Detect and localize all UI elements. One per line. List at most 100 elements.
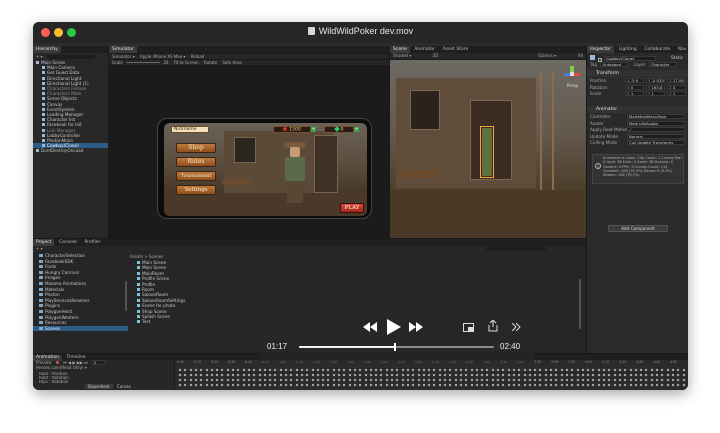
keyframe[interactable] xyxy=(639,378,643,382)
file-item[interactable]: Shop Scene xyxy=(133,309,253,314)
keyframe[interactable] xyxy=(470,373,473,377)
keyframe[interactable] xyxy=(623,378,627,382)
keyframe[interactable] xyxy=(215,373,219,377)
keyframe[interactable] xyxy=(422,373,426,377)
keyframe[interactable] xyxy=(342,378,346,382)
keyframe[interactable] xyxy=(676,368,680,372)
keyframe[interactable] xyxy=(682,368,685,372)
keyframe[interactable] xyxy=(660,373,664,377)
reload-button[interactable]: Reload xyxy=(191,54,205,59)
keyframe[interactable] xyxy=(623,373,627,377)
keyframe[interactable] xyxy=(676,383,680,387)
shop-button[interactable]: Shop xyxy=(176,143,216,153)
tab-scene[interactable]: Scene xyxy=(390,46,410,53)
keyframe[interactable] xyxy=(268,383,272,387)
keyframe[interactable] xyxy=(427,368,431,372)
keyframe[interactable] xyxy=(295,368,299,372)
transform-x-field[interactable]: X 0 xyxy=(625,84,644,90)
keyframe[interactable] xyxy=(650,378,654,382)
keyframe[interactable] xyxy=(199,383,203,387)
keyframe[interactable] xyxy=(332,383,336,387)
folder-item[interactable]: Mixamo Animations xyxy=(33,281,128,286)
gizmos-dropdown[interactable]: Gizmos ▾ xyxy=(538,53,556,58)
keyframe[interactable] xyxy=(644,383,648,387)
picture-in-picture-icon[interactable] xyxy=(463,323,474,334)
keyframe[interactable] xyxy=(342,373,346,377)
keyframe[interactable] xyxy=(395,368,399,372)
keyframe[interactable] xyxy=(374,378,378,382)
keyframe[interactable] xyxy=(284,368,288,372)
keyframe[interactable] xyxy=(215,378,219,382)
keyframe[interactable] xyxy=(676,378,680,382)
animator-row-field[interactable]: Normal xyxy=(627,133,685,139)
keyframe[interactable] xyxy=(507,373,511,377)
file-item[interactable]: Scene for photo xyxy=(133,303,253,308)
keyframe[interactable] xyxy=(549,383,553,387)
file-item[interactable]: Test xyxy=(133,319,253,324)
keyframe[interactable] xyxy=(385,373,389,377)
keyframe[interactable] xyxy=(554,373,558,377)
keyframe[interactable] xyxy=(517,383,521,387)
keyframe[interactable] xyxy=(395,378,399,382)
keyframe[interactable] xyxy=(655,373,659,377)
keyframe[interactable] xyxy=(671,383,675,387)
keyframe[interactable] xyxy=(480,373,484,377)
file-item[interactable]: SaloonRoomSettings xyxy=(133,298,253,303)
keyframe[interactable] xyxy=(602,383,606,387)
keyframe[interactable] xyxy=(507,378,511,382)
keyframe[interactable] xyxy=(236,373,240,377)
keyframe[interactable] xyxy=(205,368,208,372)
keyframe[interactable] xyxy=(607,378,611,382)
keyframe[interactable] xyxy=(390,383,394,387)
keyframe[interactable] xyxy=(353,383,357,387)
keyframe[interactable] xyxy=(194,383,198,387)
keyframe[interactable] xyxy=(358,378,362,382)
tab-simulator[interactable]: Simulator xyxy=(109,46,137,53)
keyframe[interactable] xyxy=(454,378,458,382)
keyframe[interactable] xyxy=(342,383,346,387)
tab-profiler[interactable]: Profiler xyxy=(81,239,103,246)
keyframe[interactable] xyxy=(660,383,664,387)
keyframe[interactable] xyxy=(448,383,452,387)
keyframe[interactable] xyxy=(496,383,500,387)
keyframe[interactable] xyxy=(178,373,182,377)
keyframe[interactable] xyxy=(443,373,447,377)
keyframe[interactable] xyxy=(236,383,240,387)
keyframe[interactable] xyxy=(485,378,489,382)
keyframe[interactable] xyxy=(660,378,664,382)
keyframe[interactable] xyxy=(554,368,558,372)
keyframe[interactable] xyxy=(226,368,230,372)
keyframe[interactable] xyxy=(226,378,230,382)
keyframe[interactable] xyxy=(565,373,569,377)
keyframe[interactable] xyxy=(379,378,383,382)
keyframe[interactable] xyxy=(205,378,208,382)
keyframe[interactable] xyxy=(247,368,251,372)
keyframe[interactable] xyxy=(666,368,670,372)
keyframe[interactable] xyxy=(475,378,479,382)
keyframe[interactable] xyxy=(417,368,420,372)
folder-item[interactable]: PlayServicesResolver xyxy=(33,298,128,303)
keyframe[interactable] xyxy=(411,373,415,377)
keyframe[interactable] xyxy=(321,378,325,382)
object-name-field[interactable]: Cowboy(Clone) xyxy=(603,56,656,61)
keyframe[interactable] xyxy=(507,383,511,387)
transform-y-field[interactable]: Y 163.8 xyxy=(646,84,665,90)
keyframe[interactable] xyxy=(300,378,304,382)
keyframe[interactable] xyxy=(586,373,590,377)
keyframe[interactable] xyxy=(316,368,320,372)
more-icon[interactable] xyxy=(511,322,521,333)
hierarchy-search[interactable]: + ▾ xyxy=(33,54,108,59)
keyframe[interactable] xyxy=(507,368,511,372)
keyframe[interactable] xyxy=(671,368,675,372)
keyframe[interactable] xyxy=(189,373,193,377)
tab-nav[interactable]: Nav xyxy=(675,46,688,53)
keyframe[interactable] xyxy=(591,368,595,372)
keyframe[interactable] xyxy=(268,373,272,377)
keyframe[interactable] xyxy=(390,373,394,377)
keyframe[interactable] xyxy=(607,368,611,372)
keyframe[interactable] xyxy=(231,378,235,382)
keyframe[interactable] xyxy=(289,378,293,382)
animator-row-field[interactable]: Male IdleAvatar xyxy=(627,120,685,126)
keyframe[interactable] xyxy=(597,373,601,377)
scrubber-track[interactable] xyxy=(299,343,494,351)
